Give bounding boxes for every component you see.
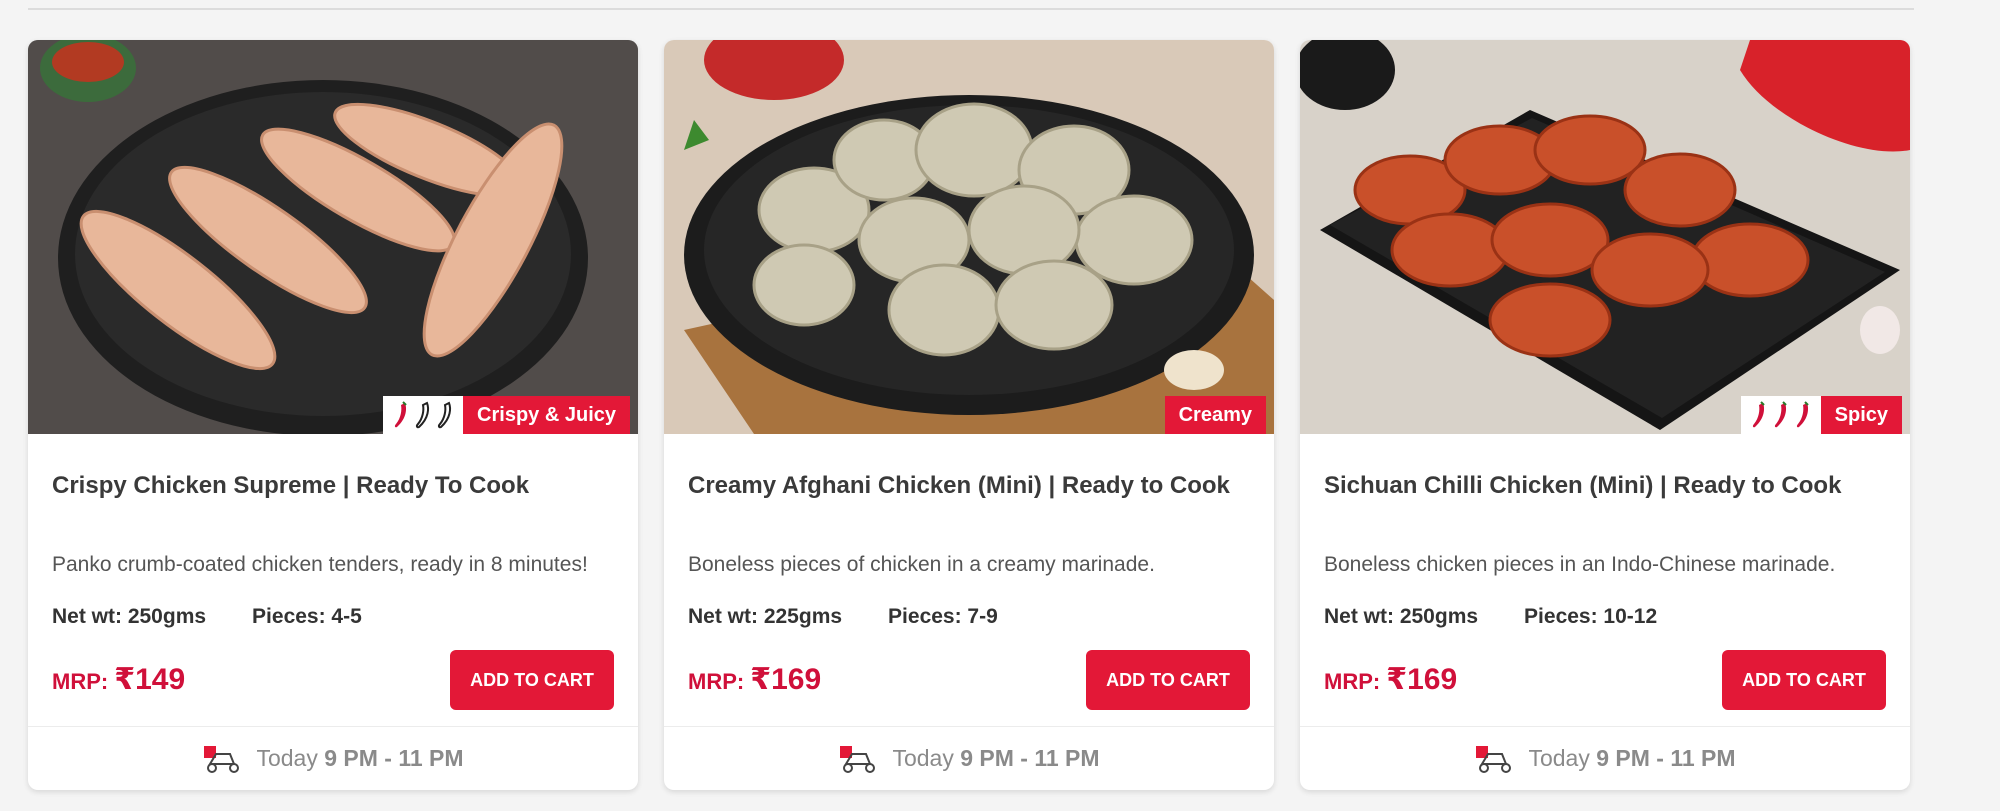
- product-title[interactable]: Creamy Afghani Chicken (Mini) | Ready to…: [688, 472, 1230, 500]
- price: MRP: ₹169: [1324, 662, 1457, 697]
- product-tag: Creamy: [1164, 396, 1266, 434]
- product-meta: Net wt: 250gms Pieces: 10-12: [1324, 605, 1657, 629]
- delivery-scooter-icon: [204, 745, 240, 773]
- delivery-slot: 9 PM - 11 PM: [960, 745, 1100, 771]
- chili-icon: [1796, 401, 1809, 428]
- price-value: ₹169: [1386, 663, 1458, 696]
- product-meta: Net wt: 225gms Pieces: 7-9: [688, 605, 998, 629]
- product-title[interactable]: Sichuan Chilli Chicken (Mini) | Ready to…: [1324, 472, 1841, 500]
- net-weight: Net wt: 225gms: [688, 605, 843, 628]
- add-to-cart-button[interactable]: ADD TO CART: [450, 650, 614, 710]
- product-tag: Spicy: [1740, 396, 1902, 434]
- chili-icon: [394, 401, 407, 428]
- product-description: Panko crumb-coated chicken tenders, read…: [52, 553, 588, 576]
- net-weight: Net wt: 250gms: [1324, 605, 1479, 628]
- spice-level: [1740, 396, 1821, 434]
- pieces: Pieces: 4-5: [252, 605, 362, 628]
- product-image[interactable]: Crispy & Juicy: [28, 40, 638, 434]
- price: MRP: ₹169: [688, 662, 821, 697]
- mrp-label: MRP:: [688, 669, 745, 694]
- product-card[interactable]: Creamy Creamy Afghani Chicken (Mini) | R…: [664, 40, 1274, 790]
- delivery-day: Today: [1528, 745, 1590, 771]
- product-tag: Crispy & Juicy: [383, 396, 630, 434]
- delivery-day: Today: [256, 745, 318, 771]
- price-value: ₹149: [114, 663, 186, 696]
- mrp-label: MRP:: [1324, 669, 1381, 694]
- product-description: Boneless chicken pieces in an Indo-Chine…: [1324, 553, 1836, 576]
- delivery-info: Today 9 PM - 11 PM: [664, 726, 1274, 790]
- delivery-slot: 9 PM - 11 PM: [324, 745, 464, 771]
- pieces: Pieces: 10-12: [1524, 605, 1658, 628]
- product-grid: Crispy & Juicy Crispy Chicken Supreme | …: [28, 40, 1910, 790]
- delivery-info: Today 9 PM - 11 PM: [28, 726, 638, 790]
- delivery-day: Today: [892, 745, 954, 771]
- chili-outline-icon: [437, 401, 452, 429]
- product-description: Boneless pieces of chicken in a creamy m…: [688, 553, 1155, 576]
- mrp-label: MRP:: [52, 669, 109, 694]
- price-value: ₹169: [750, 663, 822, 696]
- chili-outline-icon: [415, 401, 430, 429]
- delivery-scooter-icon: [840, 745, 876, 773]
- section-divider: [28, 8, 1914, 10]
- product-title[interactable]: Crispy Chicken Supreme | Ready To Cook: [52, 472, 529, 500]
- chili-icon: [1774, 401, 1787, 428]
- delivery-info: Today 9 PM - 11 PM: [1300, 726, 1910, 790]
- product-card[interactable]: Crispy & Juicy Crispy Chicken Supreme | …: [28, 40, 638, 790]
- product-meta: Net wt: 250gms Pieces: 4-5: [52, 605, 362, 629]
- pieces: Pieces: 7-9: [888, 605, 998, 628]
- tag-label: Creamy: [1164, 396, 1266, 434]
- delivery-slot: 9 PM - 11 PM: [1596, 745, 1736, 771]
- delivery-scooter-icon: [1476, 745, 1512, 773]
- spice-level: [383, 396, 464, 434]
- product-image[interactable]: Creamy: [664, 40, 1274, 434]
- product-image[interactable]: Spicy: [1300, 40, 1910, 434]
- chili-icon: [1752, 401, 1765, 428]
- tag-label: Spicy: [1820, 396, 1902, 434]
- tag-label: Crispy & Juicy: [463, 396, 630, 434]
- price: MRP: ₹149: [52, 662, 185, 697]
- net-weight: Net wt: 250gms: [52, 605, 207, 628]
- product-card[interactable]: Spicy Sichuan Chilli Chicken (Mini) | Re…: [1300, 40, 1910, 790]
- add-to-cart-button[interactable]: ADD TO CART: [1086, 650, 1250, 710]
- add-to-cart-button[interactable]: ADD TO CART: [1722, 650, 1886, 710]
